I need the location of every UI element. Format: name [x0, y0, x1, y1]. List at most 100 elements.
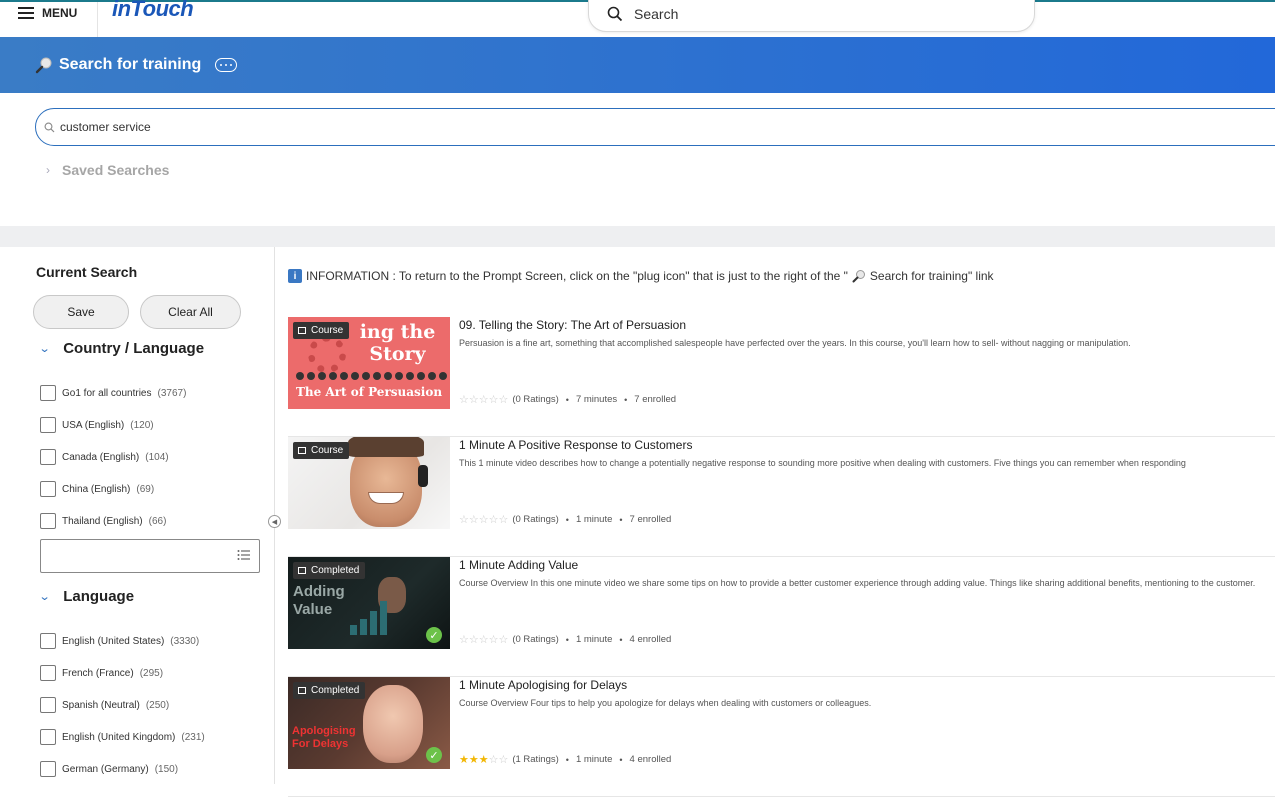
result-item[interactable]: ing the Story The Art of Persuasion Cour… [288, 317, 1275, 437]
course-icon [298, 327, 306, 334]
star-rating-icon[interactable]: ☆☆☆☆☆ [459, 393, 508, 406]
clear-all-button[interactable]: Clear All [140, 295, 241, 329]
separator-dot: • [619, 514, 623, 525]
enrolled-count: 7 enrolled [634, 394, 677, 405]
facet-option-count: (3330) [170, 635, 200, 647]
facet-option-count: (295) [139, 667, 164, 679]
checkbox[interactable] [40, 665, 56, 681]
search-icon [44, 122, 55, 133]
facet-option-label: China (English) [62, 483, 131, 495]
checkbox[interactable] [40, 481, 56, 497]
type-badge: Completed [293, 562, 366, 579]
save-search-button[interactable]: Save [33, 295, 129, 329]
facet-option[interactable]: USA (English) (120) [40, 417, 154, 433]
facet-option-label: Thailand (English) [62, 515, 143, 527]
result-thumbnail[interactable]: Adding Value Completed ✓ [288, 557, 450, 649]
result-title[interactable]: 1 Minute Adding Value [459, 558, 578, 572]
facet-option-count: (66) [148, 515, 167, 527]
facet-option[interactable]: French (France) (295) [40, 665, 163, 681]
badge-label: Course [311, 445, 344, 456]
hamburger-icon [18, 7, 34, 19]
result-description: Persuasion is a fine art, something that… [459, 338, 1131, 348]
type-badge: Completed [293, 682, 366, 699]
result-description: This 1 minute video describes how to cha… [459, 458, 1186, 468]
thumbnail-title-text: Adding Value [293, 583, 345, 618]
global-search-bar[interactable]: Search [588, 0, 1035, 32]
bar-graphic [350, 601, 387, 635]
current-search-heading: Current Search [36, 264, 138, 280]
type-badge: Course [293, 442, 350, 459]
result-item[interactable]: Apologising For Delays Completed ✓ 1 Min… [288, 677, 1275, 797]
facet-filter-input[interactable] [40, 539, 260, 573]
checkbox[interactable] [40, 449, 56, 465]
star-rating-icon[interactable]: ☆☆☆☆☆ [459, 633, 508, 646]
duration: 1 minute [575, 754, 613, 765]
ratings-count: (0 Ratings) [512, 394, 559, 405]
course-icon [298, 567, 306, 574]
result-thumbnail[interactable]: Apologising For Delays Completed ✓ [288, 677, 450, 769]
thumbnail-subtitle-text: The Art of Persuasion [295, 385, 443, 399]
star-rating-icon[interactable]: ☆☆☆☆☆ [459, 513, 508, 526]
checkbox[interactable] [40, 697, 56, 713]
result-thumbnail[interactable]: ing the Story The Art of Persuasion Cour… [288, 317, 450, 409]
facet-country-language-toggle[interactable]: ⌄ Country / Language [38, 340, 205, 357]
result-meta: ☆☆☆☆☆ (0 Ratings) • 1 minute • 4 enrolle… [459, 633, 671, 646]
facet-option-count: (120) [130, 419, 154, 431]
checkbox[interactable] [40, 385, 56, 401]
checkbox[interactable] [40, 633, 56, 649]
person-graphic [363, 685, 423, 763]
checkbox[interactable] [40, 417, 56, 433]
facet-option[interactable]: Canada (English) (104) [40, 449, 169, 465]
result-item[interactable]: Adding Value Completed ✓ 1 Minute Adding… [288, 557, 1275, 677]
saved-searches-toggle[interactable]: › Saved Searches [46, 162, 169, 178]
page-title-text: Search for training [59, 56, 202, 73]
star-rating-icon[interactable]: ★★★☆☆ [459, 753, 508, 766]
facet-option-label: Spanish (Neutral) [62, 699, 140, 711]
completed-check-icon: ✓ [426, 627, 442, 643]
enrolled-count: 4 enrolled [629, 754, 672, 765]
saved-searches-label: Saved Searches [62, 162, 170, 178]
separator-dot: • [624, 394, 628, 405]
facet-title: Country / Language [63, 340, 205, 357]
more-options-icon[interactable] [215, 58, 238, 72]
menu-button[interactable]: MENU [18, 4, 77, 22]
separator-dot: • [565, 514, 569, 525]
ratings-count: (0 Ratings) [512, 514, 559, 525]
result-thumbnail[interactable]: Course [288, 437, 450, 529]
search-icon [607, 6, 623, 22]
separator-dot: • [565, 634, 569, 645]
facet-option[interactable]: Thailand (English) (66) [40, 513, 166, 529]
list-icon[interactable] [237, 549, 251, 563]
info-link-text: Search for training" link [869, 269, 994, 283]
facet-option[interactable]: English (United Kingdom) (231) [40, 729, 205, 745]
result-title[interactable]: 1 Minute A Positive Response to Customer… [459, 438, 692, 452]
checkbox[interactable] [40, 729, 56, 745]
result-meta: ☆☆☆☆☆ (0 Ratings) • 7 minutes • 7 enroll… [459, 393, 676, 406]
checkbox[interactable] [40, 761, 56, 777]
facet-option[interactable]: Go1 for all countries (3767) [40, 385, 186, 401]
result-item[interactable]: Course 1 Minute A Positive Response to C… [288, 437, 1275, 557]
facet-option-label: German (Germany) [62, 763, 149, 775]
training-search-value: customer service [60, 120, 151, 134]
result-title[interactable]: 1 Minute Apologising for Delays [459, 678, 627, 692]
info-message: i INFORMATION : To return to the Prompt … [288, 269, 994, 283]
chevron-down-icon: ⌄ [38, 343, 51, 355]
chevron-down-icon: ⌄ [38, 591, 51, 603]
badge-label: Course [311, 325, 344, 336]
result-title[interactable]: 09. Telling the Story: The Art of Persua… [459, 318, 686, 332]
checkbox[interactable] [40, 513, 56, 529]
duration: 7 minutes [575, 394, 618, 405]
training-search-input[interactable]: customer service [35, 108, 1275, 146]
facet-title: Language [63, 588, 135, 605]
facet-language-toggle[interactable]: ⌄ Language [38, 588, 135, 605]
facet-option[interactable]: Spanish (Neutral) (250) [40, 697, 169, 713]
facet-option[interactable]: China (English) (69) [40, 481, 154, 497]
result-meta: ★★★☆☆ (1 Ratings) • 1 minute • 4 enrolle… [459, 753, 671, 766]
facet-option[interactable]: German (Germany) (150) [40, 761, 178, 777]
enrolled-count: 7 enrolled [629, 514, 672, 525]
facet-option[interactable]: English (United States) (3330) [40, 633, 199, 649]
global-search-placeholder: Search [634, 6, 679, 22]
sidebar-collapse-icon[interactable]: ◀ [268, 515, 281, 528]
ratings-count: (0 Ratings) [512, 634, 559, 645]
app-logo[interactable]: inTouch [112, 0, 194, 22]
